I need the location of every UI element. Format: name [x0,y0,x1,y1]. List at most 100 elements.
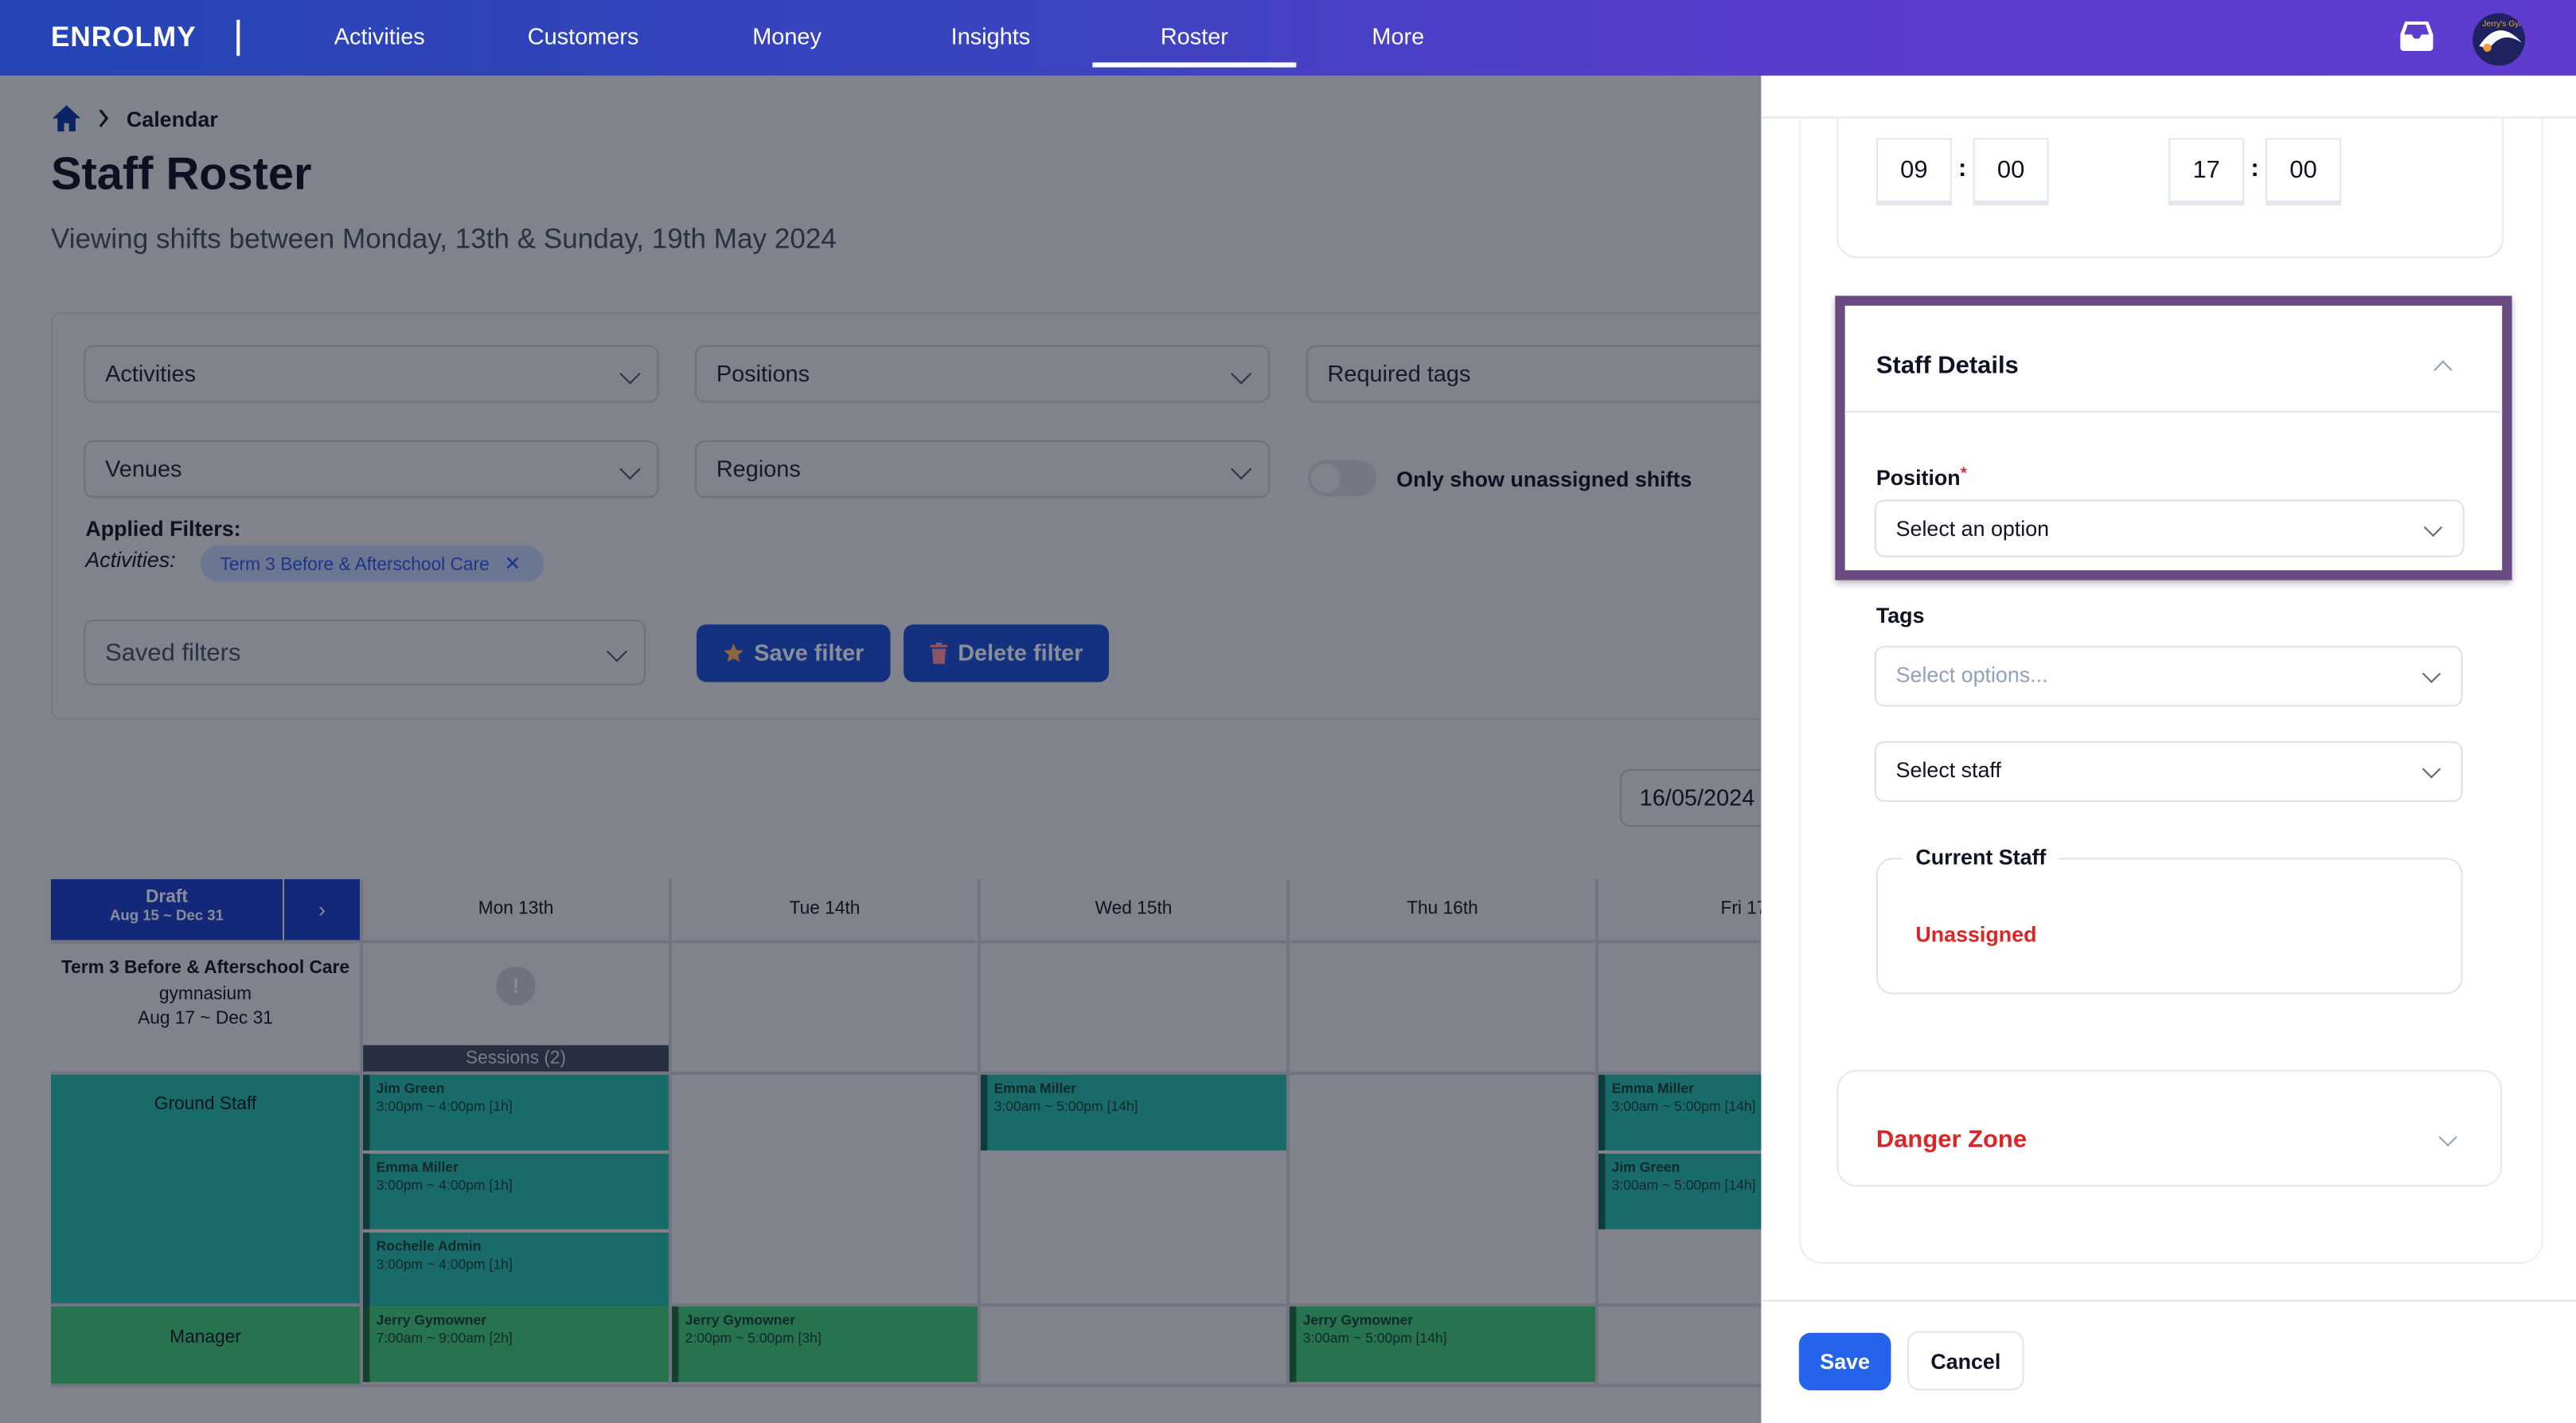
home-icon[interactable] [53,105,81,132]
shift-staff-name: Jim Green [376,1079,445,1097]
warning-icon[interactable]: ! [496,966,536,1007]
activity-range: Aug 17 ~ Dec 31 [138,1009,273,1029]
shift-card[interactable]: Emma Miller 3:00am ~ 5:00pm [14h] [981,1074,1286,1151]
tags-label: Tags [1875,603,1925,628]
roster-page: Calendar Staff Roster Viewing shifts bet… [0,75,1904,1423]
nav-money[interactable]: Money [685,23,889,49]
chevron-down-icon [619,459,641,480]
day-header: Thu 16th [1407,898,1478,919]
danger-zone-title: Danger Zone [1875,1125,2028,1154]
applied-filter-chip[interactable]: Term 3 Before & Afterschool Care ✕ [200,545,544,582]
role-cell[interactable]: Ground Staff [50,1074,360,1304]
required-tags-filter-label: Required tags [1327,359,1471,386]
breadcrumb-current[interactable]: Calendar [127,106,218,131]
shift-card[interactable]: Rochelle Admin 3:00pm ~ 4:00pm [1h] [363,1232,669,1308]
shift-staff-name: Jerry Gymowner [685,1311,796,1328]
account-avatar[interactable]: Jerry's Gym [2473,13,2526,66]
danger-zone-section[interactable]: Danger Zone [1836,1069,2503,1187]
tags-select[interactable]: Select options... [1874,646,2463,707]
chevron-up-icon[interactable] [2434,360,2453,380]
shift-time: 3:00am ~ 5:00pm [14h] [1302,1329,1447,1347]
nav-activities[interactable]: Activities [278,23,482,49]
panel-footer-divider [1761,1300,2576,1302]
shift-staff-name: Rochelle Admin [376,1237,482,1254]
unassigned-only-toggle[interactable] [1307,459,1377,497]
nav-roster[interactable]: Roster [1092,23,1296,49]
applied-filters-title: Applied Filters: [85,516,241,541]
chevron-down-icon [2422,760,2441,779]
shift-staff-name: Jerry Gymowner [1302,1311,1414,1328]
time-colon: : [2250,154,2259,183]
draft-schedule-badge[interactable]: Draft Aug 15 ~ Dec 31 [50,879,283,940]
draft-range: Aug 15 ~ Dec 31 [109,907,224,924]
chevron-down-icon [619,363,641,385]
delete-filter-label: Delete filter [958,639,1083,666]
shift-card[interactable]: Jerry Gymowner 3:00am ~ 5:00pm [14h] [1290,1306,1595,1382]
top-navigation: ENROLMY Activities Customers Money Insig… [0,0,2576,76]
end-minute-input[interactable]: 00 [2265,138,2341,205]
chevron-down-icon [2423,518,2443,538]
enrolmy-logo[interactable]: ENROLMY [51,22,197,54]
shift-time: 2:00pm ~ 5:00pm [3h] [685,1329,822,1347]
time-colon: : [1958,154,1967,183]
inbox-icon[interactable] [2400,21,2434,51]
saved-filters-placeholder: Saved filters [105,639,241,667]
trash-icon [930,642,948,664]
day-header: Tue 14th [789,898,861,919]
start-minute-input[interactable]: 00 [1973,138,2049,205]
chevron-down-icon[interactable] [2438,1128,2457,1147]
save-filter-button[interactable]: Save filter [697,624,891,682]
sessions-bar[interactable]: Sessions (2) [363,1045,669,1072]
positions-filter-label: Positions [716,359,810,386]
staff-details-section: Staff Details Position* Select an option [1835,295,2512,581]
activity-venue: gymnasium [158,983,252,1003]
staff-select-value: Select staff [1895,757,2001,783]
shift-time: 3:00pm ~ 4:00pm [1h] [376,1255,513,1272]
end-hour-input[interactable]: 17 [2168,138,2245,205]
nav-more[interactable]: More [1296,23,1500,49]
next-schedule-button[interactable]: › [284,879,360,940]
tags-select-placeholder: Select options... [1895,662,2048,687]
shift-card[interactable]: Jerry Gymowner 7:00am ~ 9:00am [2h] [363,1306,669,1382]
shift-staff-name: Jerry Gymowner [376,1311,487,1328]
position-select[interactable]: Select an option [1874,499,2465,557]
required-tags-filter-select[interactable]: Required tags [1306,345,1832,403]
shift-card[interactable]: Emma Miller 3:00pm ~ 4:00pm [1h] [363,1153,669,1229]
regions-filter-label: Regions [716,455,801,482]
chevron-down-icon [1231,363,1252,385]
venues-filter-select[interactable]: Venues [84,440,659,498]
star-icon [724,643,744,663]
current-staff-label: Current Staff [1902,844,2059,870]
chevron-down-icon [1231,459,1252,480]
logo-divider [236,19,240,57]
section-divider [1844,410,2503,413]
shift-time: 3:00am ~ 5:00pm [14h] [993,1097,1138,1115]
shift-card[interactable]: Jerry Gymowner 2:00pm ~ 5:00pm [3h] [672,1306,978,1382]
saved-filters-select[interactable]: Saved filters [84,620,646,686]
applied-filter-value: Term 3 Before & Afterschool Care [220,555,490,576]
role-cell[interactable]: Manager [50,1306,360,1384]
start-hour-input[interactable]: 09 [1875,138,1952,205]
nav-insights[interactable]: Insights [889,23,1093,49]
nav-customers[interactable]: Customers [482,23,685,49]
venues-filter-label: Venues [105,455,182,482]
grid-row-divider [50,940,1793,944]
chevron-right-icon: › [318,897,326,922]
activity-cell[interactable]: Term 3 Before & Afterschool Care gymnasi… [51,944,360,1072]
position-select-value: Select an option [1895,516,2050,541]
nav-active-indicator [1092,62,1297,68]
remove-filter-icon[interactable]: ✕ [504,552,521,575]
cancel-button[interactable]: Cancel [1907,1331,2024,1390]
staff-select[interactable]: Select staff [1874,741,2463,803]
regions-filter-select[interactable]: Regions [694,440,1270,498]
unassigned-only-label: Only show unassigned shifts [1396,467,1692,492]
shift-time: 3:00pm ~ 4:00pm [1h] [376,1097,513,1115]
panel-header [1761,76,2576,119]
shift-card[interactable]: Jim Green 3:00pm ~ 4:00pm [1h] [363,1074,669,1151]
delete-filter-button[interactable]: Delete filter [904,624,1110,682]
staff-details-title: Staff Details [1875,351,2019,380]
activities-filter-select[interactable]: Activities [84,345,659,403]
save-button[interactable]: Save [1798,1332,1891,1390]
filter-panel: Activities Positions Required tags Venue… [50,312,1832,720]
positions-filter-select[interactable]: Positions [694,345,1270,403]
